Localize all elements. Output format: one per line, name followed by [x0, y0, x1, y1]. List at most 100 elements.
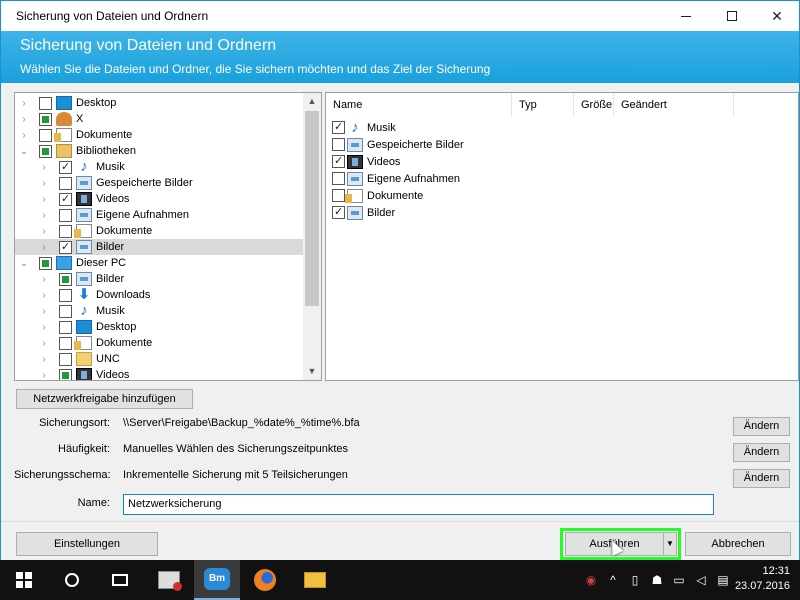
tree-item-checkbox[interactable] — [39, 112, 52, 126]
file-row-checkbox[interactable] — [332, 172, 345, 185]
file-row-checkbox[interactable] — [332, 205, 345, 219]
file-list[interactable]: Name Typ Größe Geändert ♪ Musik Gespeicher… — [325, 92, 799, 381]
column-size[interactable]: Größe — [574, 93, 614, 117]
file-row-checkbox[interactable] — [332, 189, 345, 202]
task-view-button[interactable] — [96, 560, 144, 600]
column-name[interactable]: Name — [326, 93, 512, 117]
tree-item-checkbox[interactable] — [59, 160, 72, 174]
tree-item[interactable]: ⌄ Dieser PC — [15, 255, 303, 271]
file-row[interactable]: Dokumente — [332, 187, 423, 204]
tree-item[interactable]: › Desktop — [15, 319, 303, 335]
tree-item-checkbox[interactable] — [59, 288, 72, 302]
tree-item-checkbox[interactable] — [39, 256, 52, 270]
tree-item[interactable]: › ♪ Musik — [15, 159, 303, 175]
tree-item[interactable]: › X — [15, 111, 303, 127]
change-scheme-button[interactable]: Ändern — [733, 469, 790, 488]
tree-item[interactable]: › Videos — [15, 191, 303, 207]
chevron-right-icon[interactable]: › — [19, 130, 29, 141]
tree-item-checkbox[interactable] — [59, 368, 72, 380]
tree-item[interactable]: › ♪ Musik — [15, 303, 303, 319]
chevron-down-icon[interactable]: ⌄ — [19, 258, 29, 269]
tree-item-checkbox[interactable] — [39, 96, 52, 110]
tree-item[interactable]: › Bilder — [15, 239, 303, 255]
tree-item-checkbox[interactable] — [59, 208, 72, 222]
start-button[interactable] — [0, 560, 48, 600]
network-icon[interactable]: ▭ — [668, 573, 690, 587]
chevron-right-icon[interactable]: › — [39, 226, 49, 237]
people-icon[interactable]: ☗ — [646, 573, 668, 587]
tree-item-checkbox[interactable] — [39, 128, 52, 142]
file-row-checkbox[interactable] — [332, 120, 345, 134]
taskbar-app-active[interactable]: Bm — [194, 560, 240, 600]
file-row-checkbox[interactable] — [332, 138, 345, 151]
tree-item[interactable]: › Gespeicherte Bilder — [15, 175, 303, 191]
chevron-right-icon[interactable]: › — [39, 322, 49, 333]
taskbar-app-explorer[interactable] — [292, 560, 338, 600]
name-input[interactable]: Netzwerksicherung — [123, 494, 714, 515]
taskbar-app-backup-tool[interactable] — [146, 560, 192, 600]
chevron-right-icon[interactable]: › — [39, 306, 49, 317]
chevron-right-icon[interactable]: › — [39, 274, 49, 285]
tree-item-checkbox[interactable] — [59, 240, 72, 254]
tree-item-checkbox[interactable] — [59, 176, 72, 190]
maximize-button[interactable] — [709, 1, 755, 31]
file-row[interactable]: ♪ Musik — [332, 119, 396, 136]
chevron-right-icon[interactable]: › — [39, 162, 49, 173]
tree-item[interactable]: › UNC — [15, 351, 303, 367]
chevron-right-icon[interactable]: › — [39, 178, 49, 189]
chevron-right-icon[interactable]: › — [19, 98, 29, 109]
tree-item-checkbox[interactable] — [59, 352, 72, 366]
taskbar-app-firefox[interactable] — [242, 560, 288, 600]
tree-item[interactable]: › Bilder — [15, 271, 303, 287]
chevron-up-icon[interactable]: ^ — [602, 573, 624, 587]
folder-tree[interactable]: ▲ ▼ ›Desktop›X›Dokumente⌄Bibliotheken›♪M… — [14, 92, 322, 381]
tree-item[interactable]: ⌄ Bibliotheken — [15, 143, 303, 159]
tree-scrollbar[interactable]: ▲ ▼ — [303, 93, 321, 380]
scroll-thumb[interactable] — [305, 111, 319, 306]
tree-item[interactable]: › Desktop — [15, 95, 303, 111]
tree-item-checkbox[interactable] — [59, 192, 72, 206]
file-row[interactable]: Bilder — [332, 204, 395, 221]
chevron-right-icon[interactable]: › — [39, 210, 49, 221]
add-network-share-button[interactable]: Netzwerkfreigabe hinzufügen — [16, 389, 193, 409]
cancel-button[interactable]: Abbrechen — [685, 532, 791, 556]
tree-item-checkbox[interactable] — [59, 224, 72, 238]
run-dropdown-button[interactable]: ▼ — [663, 532, 677, 556]
tree-item-checkbox[interactable] — [59, 336, 72, 350]
scroll-down-icon[interactable]: ▼ — [303, 363, 321, 380]
tree-item-checkbox[interactable] — [59, 304, 72, 318]
tree-item-checkbox[interactable] — [59, 272, 72, 286]
file-row[interactable]: Eigene Aufnahmen — [332, 170, 460, 187]
tree-item[interactable]: › Dokumente — [15, 335, 303, 351]
chevron-right-icon[interactable]: › — [39, 290, 49, 301]
tree-item-checkbox[interactable] — [39, 144, 52, 158]
chevron-right-icon[interactable]: › — [39, 354, 49, 365]
tree-item[interactable]: › ⬇ Downloads — [15, 287, 303, 303]
chevron-right-icon[interactable]: › — [39, 370, 49, 381]
notifications-icon[interactable]: ▤ — [712, 573, 734, 587]
tree-item[interactable]: › Dokumente — [15, 127, 303, 143]
column-modified[interactable]: Geändert — [614, 93, 734, 117]
tree-item[interactable]: › Videos — [15, 367, 303, 381]
chevron-right-icon[interactable]: › — [39, 338, 49, 349]
close-button[interactable]: ✕ — [754, 1, 800, 31]
column-type[interactable]: Typ — [512, 93, 574, 117]
tree-item-checkbox[interactable] — [59, 320, 72, 334]
usb-icon[interactable]: ▯ — [624, 573, 646, 587]
scroll-up-icon[interactable]: ▲ — [303, 93, 321, 110]
chevron-right-icon[interactable]: › — [19, 114, 29, 125]
chevron-right-icon[interactable]: › — [39, 242, 49, 253]
settings-button[interactable]: Einstellungen — [16, 532, 158, 556]
file-row-checkbox[interactable] — [332, 154, 345, 168]
tree-item[interactable]: › Dokumente — [15, 223, 303, 239]
volume-icon[interactable]: ◁ — [690, 573, 712, 587]
tree-item[interactable]: › Eigene Aufnahmen — [15, 207, 303, 223]
file-row[interactable]: Videos — [332, 153, 400, 170]
security-icon[interactable]: ◉ — [580, 573, 602, 587]
file-row[interactable]: Gespeicherte Bilder — [332, 136, 464, 153]
minimize-button[interactable] — [663, 1, 709, 31]
change-location-button[interactable]: Ändern — [733, 417, 790, 436]
clock[interactable]: 12:31 23.07.2016 — [735, 564, 790, 594]
chevron-right-icon[interactable]: › — [39, 194, 49, 205]
search-button[interactable] — [48, 560, 96, 600]
